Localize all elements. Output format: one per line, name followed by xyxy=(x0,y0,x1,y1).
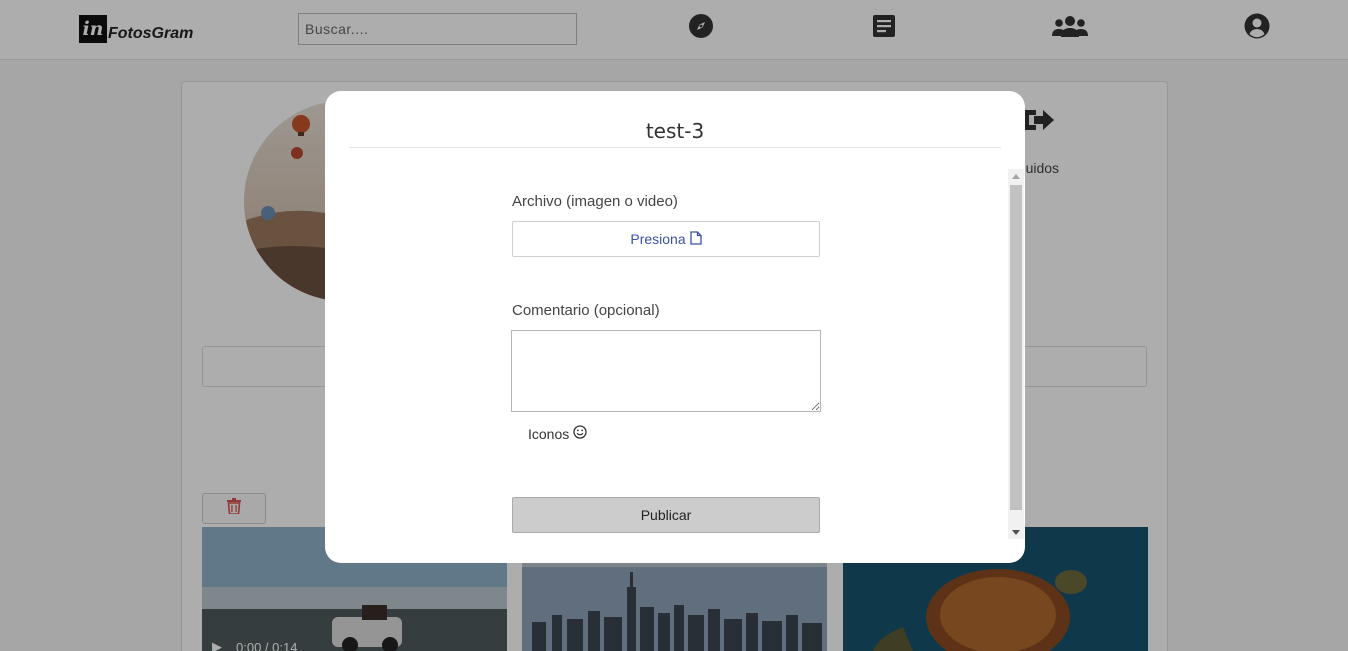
scroll-up-arrow-icon[interactable] xyxy=(1008,169,1024,183)
comment-textarea[interactable] xyxy=(511,330,821,412)
smiley-icon xyxy=(573,425,587,442)
publish-button[interactable]: Publicar xyxy=(512,497,820,533)
comment-field-label: Comentario (opcional) xyxy=(512,302,660,319)
emoji-picker-toggle[interactable]: Iconos xyxy=(528,425,587,442)
scrollbar-thumb[interactable] xyxy=(1010,185,1022,510)
file-field-label: Archivo (imagen o video) xyxy=(512,193,678,210)
emoji-toggle-label: Iconos xyxy=(528,425,570,442)
modal-title: test-3 xyxy=(645,119,705,143)
file-select-button[interactable]: Presiona xyxy=(512,221,820,257)
new-post-modal: test-3 Archivo (imagen o video) Presiona… xyxy=(325,91,1025,563)
modal-scrollbar[interactable] xyxy=(1008,169,1024,539)
file-select-label: Presiona xyxy=(630,231,686,247)
scroll-down-arrow-icon[interactable] xyxy=(1008,525,1024,539)
modal-divider xyxy=(349,147,1001,148)
modal-body: Archivo (imagen o video) Presiona Coment… xyxy=(325,169,1025,541)
file-icon xyxy=(689,230,702,248)
